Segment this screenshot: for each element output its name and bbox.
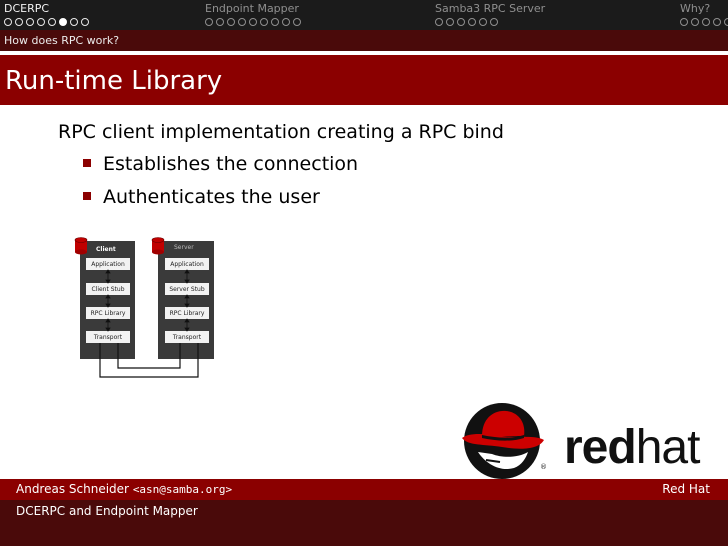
slide-dot[interactable] — [282, 18, 290, 26]
slide-dot[interactable] — [271, 18, 279, 26]
client-cylinder-icon — [74, 237, 88, 255]
slide-dot[interactable] — [15, 18, 23, 26]
rpc-diagram-graphic — [74, 237, 214, 378]
slide-dot[interactable] — [293, 18, 301, 26]
slide-dot[interactable] — [457, 18, 465, 26]
current-slide-dot[interactable] — [59, 18, 67, 26]
nav-section-title[interactable]: DCERPC — [4, 2, 89, 15]
nav-section-why[interactable]: Why? — [680, 2, 728, 26]
server-box-label: Transport — [172, 334, 202, 341]
footer-author: Andreas Schneider <asn@samba.org> — [16, 482, 232, 496]
slide-dot[interactable] — [490, 18, 498, 26]
client-header: Client — [96, 246, 116, 253]
client-box-label: Application — [91, 261, 125, 268]
bullet-square-icon — [83, 191, 91, 200]
slide-dot[interactable] — [70, 18, 78, 26]
slide-dot[interactable] — [713, 18, 721, 26]
slide-dots — [435, 18, 545, 26]
slide-dot[interactable] — [227, 18, 235, 26]
sub-bullet: Authenticates the user — [83, 186, 320, 208]
server-box-label: RPC Library — [169, 310, 205, 317]
rpc-diagram: Client Server Application Client Stub RP… — [70, 233, 230, 378]
slide-dot[interactable] — [205, 18, 213, 26]
client-box-label: RPC Library — [90, 310, 126, 317]
slide-dot[interactable] — [468, 18, 476, 26]
footer-title-bar: DCERPC and Endpoint Mapper — [0, 500, 728, 546]
author-email: <asn@samba.org> — [132, 483, 233, 496]
registered-mark: ® — [540, 463, 547, 471]
slide-dots — [680, 18, 728, 26]
footer-talk-title: DCERPC and Endpoint Mapper — [16, 504, 198, 518]
wordmark-bold: red — [564, 421, 637, 474]
slide-dot[interactable] — [435, 18, 443, 26]
slide-dots — [4, 18, 89, 26]
server-box-label: Application — [170, 261, 204, 268]
client-box-label: Transport — [93, 334, 123, 341]
wordmark-regular: hat — [635, 421, 701, 474]
slide-dot[interactable] — [249, 18, 257, 26]
main-bullet: RPC client implementation creating a RPC… — [58, 121, 504, 143]
slide-dot[interactable] — [216, 18, 224, 26]
client-box-label: Client Stub — [91, 286, 125, 293]
server-header: Server — [174, 244, 194, 251]
subsection-title[interactable]: How does RPC work? — [4, 34, 119, 47]
nav-section-title[interactable]: Endpoint Mapper — [205, 2, 301, 15]
redhat-logo: redhat ® — [456, 402, 718, 480]
server-box-label: Server Stub — [169, 286, 205, 293]
author-name: Andreas Schneider — [16, 482, 129, 496]
slide-dot[interactable] — [680, 18, 688, 26]
slide-dot[interactable] — [4, 18, 12, 26]
subsection-bar: How does RPC work? — [0, 30, 728, 51]
navigation-bar: DCERPC Endpoint Mapper Samba3 RPC Server… — [0, 0, 728, 30]
slide-dot[interactable] — [691, 18, 699, 26]
sub-bullet-text: Establishes the connection — [103, 153, 359, 175]
slide-dot[interactable] — [48, 18, 56, 26]
nav-section-title[interactable]: Samba3 RPC Server — [435, 2, 545, 15]
shadowman-icon — [462, 403, 544, 479]
footer-organization: Red Hat — [662, 482, 710, 496]
slide-dots — [205, 18, 301, 26]
slide-dot[interactable] — [702, 18, 710, 26]
slide-dot[interactable] — [260, 18, 268, 26]
sub-bullet-text: Authenticates the user — [103, 186, 320, 208]
bullet-square-icon — [83, 158, 91, 167]
slide-dot[interactable] — [446, 18, 454, 26]
nav-section-samba3-rpc-server[interactable]: Samba3 RPC Server — [435, 2, 545, 26]
slide-dot[interactable] — [37, 18, 45, 26]
slide-dot[interactable] — [81, 18, 89, 26]
slide-dot[interactable] — [238, 18, 246, 26]
frame-title-bar: Run-time Library — [0, 55, 728, 105]
nav-section-endpoint-mapper[interactable]: Endpoint Mapper — [205, 2, 301, 26]
slide-title: Run-time Library — [5, 66, 223, 96]
server-cylinder-icon — [151, 237, 165, 255]
nav-section-title[interactable]: Why? — [680, 2, 728, 15]
footer-author-bar: Andreas Schneider <asn@samba.org> Red Ha… — [0, 479, 728, 500]
sub-bullet: Establishes the connection — [83, 153, 358, 175]
nav-section-dcerpc[interactable]: DCERPC — [4, 2, 89, 26]
slide-dot[interactable] — [479, 18, 487, 26]
slide-dot[interactable] — [724, 18, 728, 26]
redhat-wordmark: redhat — [564, 420, 701, 475]
slide-dot[interactable] — [26, 18, 34, 26]
